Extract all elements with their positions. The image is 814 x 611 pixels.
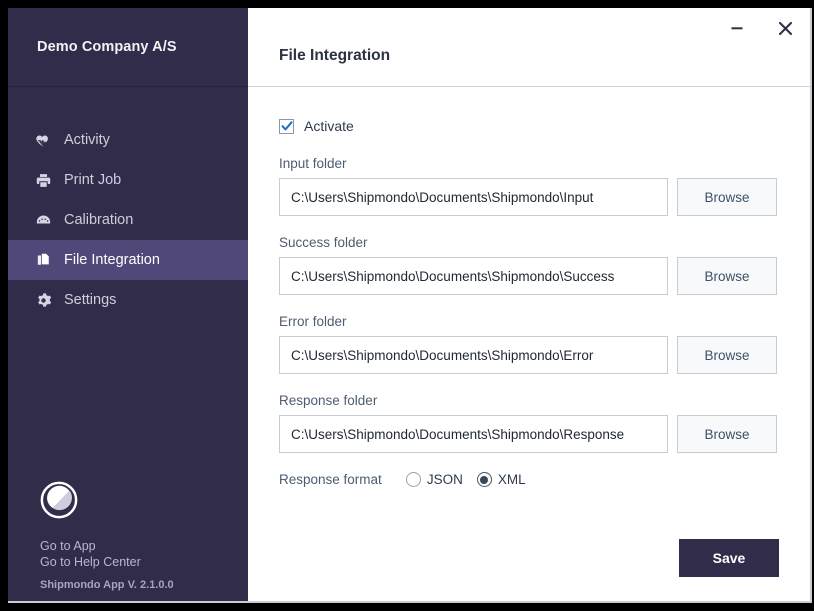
response-format-label: Response format (279, 472, 382, 487)
activate-label: Activate (304, 118, 354, 134)
sidebar-item-label: Print Job (64, 172, 122, 188)
response-format-row: Response format JSON XML (279, 472, 779, 487)
sidebar-item-label: File Integration (64, 252, 160, 268)
error-folder-browse-button[interactable]: Browse (677, 336, 777, 374)
file-integration-form: Activate Input folder Browse Success fol… (248, 87, 810, 601)
input-folder-row: Browse (279, 178, 779, 216)
sidebar-footer: Go to App Go to Help Center Shipmondo Ap… (8, 481, 248, 591)
radio-json-label: JSON (426, 472, 463, 487)
sidebar-item-file-integration[interactable]: File Integration (8, 240, 248, 280)
window-header: File Integration (248, 8, 810, 87)
page-title: File Integration (279, 47, 391, 64)
minimize-icon[interactable] (726, 17, 748, 39)
printer-icon (35, 172, 59, 189)
sidebar-nav: Activity Print Job Calibration File Inte… (8, 87, 248, 320)
gauge-icon (35, 212, 59, 229)
activate-checkbox[interactable] (279, 118, 294, 134)
success-folder-browse-button[interactable]: Browse (677, 257, 777, 295)
sidebar-item-settings[interactable]: Settings (8, 280, 248, 320)
sidebar-item-label: Settings (64, 292, 117, 308)
error-folder-field[interactable] (279, 336, 668, 374)
sidebar-item-label: Calibration (64, 212, 134, 228)
shipmondo-logo-icon (40, 481, 78, 519)
input-folder-browse-button[interactable]: Browse (677, 178, 777, 216)
input-folder-label: Input folder (279, 156, 347, 171)
error-folder-label: Error folder (279, 314, 347, 329)
application-window: Demo Company A/S Activity Print Job Cali… (8, 8, 812, 603)
response-format-option-xml[interactable]: XML (476, 472, 526, 487)
response-folder-label: Response folder (279, 393, 378, 408)
window-controls (726, 17, 796, 39)
sidebar-item-print-job[interactable]: Print Job (8, 160, 248, 200)
files-icon (35, 252, 59, 269)
sidebar-header: Demo Company A/S (8, 8, 248, 87)
sidebar: Demo Company A/S Activity Print Job Cali… (8, 8, 248, 601)
activate-row: Activate (279, 118, 779, 134)
success-folder-field[interactable] (279, 257, 668, 295)
app-version-label: Shipmondo App V. 2.1.0.0 (40, 579, 174, 591)
success-folder-row: Browse (279, 257, 779, 295)
company-name: Demo Company A/S (37, 39, 177, 55)
save-button[interactable]: Save (679, 539, 779, 577)
gear-icon (35, 292, 59, 309)
response-folder-field[interactable] (279, 415, 668, 453)
response-format-option-json[interactable]: JSON (405, 472, 463, 487)
go-to-help-center-link[interactable]: Go to Help Center (40, 554, 248, 570)
response-folder-row: Browse (279, 415, 779, 453)
radio-json[interactable] (405, 472, 421, 487)
sidebar-item-activity[interactable]: Activity (8, 120, 248, 160)
close-icon[interactable] (774, 17, 796, 39)
error-folder-row: Browse (279, 336, 779, 374)
radio-xml-label: XML (497, 472, 526, 487)
save-button-wrap: Save (679, 539, 779, 577)
sidebar-item-calibration[interactable]: Calibration (8, 200, 248, 240)
response-folder-browse-button[interactable]: Browse (677, 415, 777, 453)
go-to-app-link[interactable]: Go to App (40, 538, 248, 554)
input-folder-field[interactable] (279, 178, 668, 216)
success-folder-label: Success folder (279, 235, 368, 250)
checkmark-icon (281, 121, 292, 131)
main-panel: File Integration Activate Input folder C… (248, 8, 810, 601)
radio-xml[interactable] (476, 472, 492, 487)
sidebar-item-label: Activity (64, 132, 110, 148)
heart-pulse-icon (35, 132, 59, 149)
